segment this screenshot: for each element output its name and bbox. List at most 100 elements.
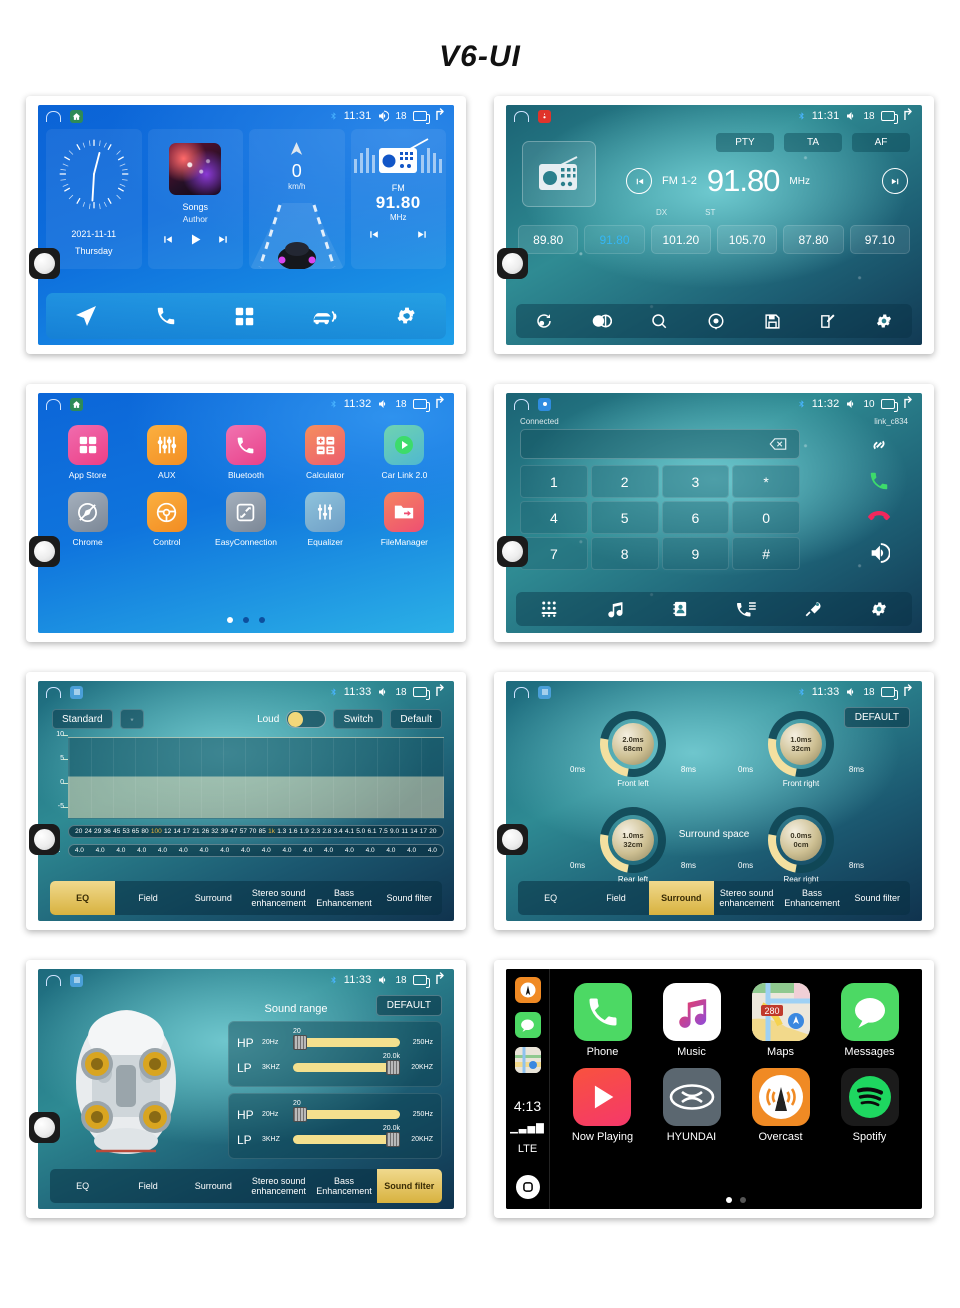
volume-knob[interactable] — [497, 536, 528, 567]
scan-icon[interactable] — [707, 312, 725, 330]
filter-row-lp[interactable]: LP 3KHZ 20.0k 20KHZ — [237, 1125, 433, 1152]
recents-icon[interactable] — [412, 687, 430, 700]
app-item-control[interactable]: Control — [128, 492, 206, 547]
tab-stereo-sound-enhancement[interactable]: Stereo sound enhancement — [246, 881, 311, 915]
dx-label[interactable]: DX — [656, 208, 667, 217]
gear-icon[interactable] — [875, 312, 893, 330]
af-button[interactable]: AF — [852, 133, 910, 152]
pty-button[interactable]: PTY — [716, 133, 774, 152]
back-icon[interactable]: ↰ — [433, 971, 446, 988]
back-icon[interactable]: ↰ — [901, 107, 914, 124]
call-history-icon[interactable] — [736, 600, 757, 618]
preset-button[interactable]: 101.20 — [650, 225, 711, 254]
slider-thumb[interactable] — [386, 1132, 400, 1147]
radio-widget[interactable]: FM 91.80 MHz — [350, 129, 446, 269]
loud-toggle[interactable] — [286, 710, 327, 728]
app-item-app-store[interactable]: App Store — [49, 425, 127, 480]
tab-field[interactable]: Field — [115, 1169, 180, 1203]
filter-slider[interactable]: 20 — [293, 1100, 400, 1122]
gear-icon[interactable] — [870, 600, 888, 618]
app-item-filemanager[interactable]: FileManager — [365, 492, 443, 547]
play-icon[interactable] — [187, 231, 204, 248]
carplay-app-phone[interactable]: Phone — [573, 983, 632, 1058]
home-app-icon[interactable] — [70, 397, 83, 411]
preset-button[interactable]: 97.10 — [849, 225, 910, 254]
preset-button[interactable]: 87.80 — [783, 225, 844, 254]
tab-surround[interactable]: Surround — [181, 1169, 246, 1203]
page-dot[interactable] — [259, 617, 265, 623]
tab-eq[interactable]: EQ — [50, 1169, 115, 1203]
messages-recent-icon[interactable] — [514, 1012, 541, 1038]
eq-frequency-bands[interactable]: 20 24 29 36 45 53 65 80 100 12 14 17 21 … — [68, 825, 444, 838]
back-icon[interactable]: ↰ — [901, 683, 914, 700]
volume-knob[interactable] — [29, 248, 60, 279]
tune-down-button[interactable] — [626, 168, 652, 194]
volume-knob[interactable] — [497, 824, 528, 855]
recents-icon[interactable] — [412, 399, 430, 412]
home-app-icon[interactable] — [70, 109, 83, 123]
bluetooth-app-icon[interactable] — [538, 397, 551, 411]
previous-station-icon[interactable] — [367, 228, 380, 241]
dial-key[interactable]: 7 — [520, 537, 588, 570]
surround-knob-rear-right[interactable]: 0.0ms 0cm 0ms 8ms Rear right — [736, 794, 866, 886]
eq-switch-button[interactable]: Switch — [333, 709, 384, 729]
tab-sound-filter[interactable]: Sound filter — [377, 881, 442, 915]
volume-knob[interactable] — [29, 1112, 60, 1143]
home-icon[interactable] — [514, 110, 529, 122]
filter-slider[interactable]: 20.0k — [293, 1125, 400, 1147]
apps-grid-icon[interactable] — [234, 306, 255, 327]
tab-stereo-sound-enhancement[interactable]: Stereo sound enhancement — [246, 1169, 311, 1203]
clock-widget[interactable]: 2021-11-11 Thursday — [46, 129, 142, 269]
back-icon[interactable]: ↰ — [901, 395, 914, 412]
slider-thumb[interactable] — [386, 1060, 400, 1075]
hangup-button[interactable] — [850, 501, 908, 532]
phone-icon[interactable] — [155, 305, 177, 327]
chevron-down-icon[interactable] — [119, 709, 144, 729]
tab-surround[interactable]: Surround — [181, 881, 246, 915]
dial-key[interactable]: 5 — [590, 501, 659, 534]
filter-row-lp[interactable]: LP 3KHZ 20.0k 20KHZ — [237, 1053, 433, 1080]
home-icon[interactable] — [514, 686, 529, 698]
carplay-app-now-playing[interactable]: Now Playing — [572, 1068, 633, 1143]
dial-key[interactable]: 8 — [590, 537, 659, 570]
gear-icon[interactable] — [396, 305, 418, 327]
music-note-icon[interactable] — [606, 600, 624, 618]
dial-key[interactable]: 4 — [520, 501, 588, 534]
number-input[interactable] — [520, 429, 800, 459]
previous-track-icon[interactable] — [161, 233, 174, 246]
filter-row-hp[interactable]: HP 20Hz 20 250Hz — [237, 1028, 433, 1055]
home-icon[interactable] — [514, 398, 529, 410]
band-switch-icon[interactable] — [535, 312, 553, 330]
slider-thumb[interactable] — [293, 1107, 307, 1122]
sound-filter-default-button[interactable]: DEFAULT — [375, 995, 442, 1016]
surround-knob-front-left[interactable]: 2.0ms 68cm 0ms 8ms Front left — [568, 698, 698, 790]
tab-eq[interactable]: EQ — [518, 881, 583, 915]
dial-key[interactable]: * — [732, 465, 800, 498]
music-widget[interactable]: Songs Author — [147, 129, 243, 269]
recents-icon[interactable] — [880, 399, 898, 412]
save-icon[interactable] — [764, 313, 781, 330]
plug-icon[interactable] — [804, 600, 822, 618]
app-item-calculator[interactable]: Calculator — [286, 425, 364, 480]
speaker-button[interactable] — [850, 537, 908, 568]
contacts-icon[interactable] — [672, 600, 689, 618]
page-dot[interactable] — [726, 1197, 732, 1203]
car-link-icon[interactable] — [312, 306, 339, 327]
volume-knob[interactable] — [497, 248, 528, 279]
pair-link-button[interactable] — [850, 429, 908, 460]
home-icon[interactable] — [46, 398, 61, 410]
next-station-icon[interactable] — [416, 228, 429, 241]
maps-recent-icon[interactable] — [514, 1047, 541, 1073]
preset-button[interactable]: 91.80 — [584, 225, 645, 254]
eq-preset-select[interactable]: Standard — [52, 709, 113, 729]
dial-key[interactable]: 2 — [590, 465, 659, 498]
tab-bass-enhancement[interactable]: Bass Enhancement — [311, 881, 376, 915]
eq-response-graph[interactable] — [68, 737, 444, 819]
tab-field[interactable]: Field — [583, 881, 648, 915]
eq-q-values[interactable]: 4.0 4.0 4.0 4.0 4.0 4.0 4.0 4.0 4.0 4.0 … — [68, 844, 444, 857]
tab-surround[interactable]: Surround — [648, 881, 714, 915]
dial-key[interactable]: # — [732, 537, 800, 570]
equalizer-app-icon[interactable] — [70, 973, 83, 987]
app-item-easyconnection[interactable]: EasyConnection — [207, 492, 285, 547]
app-item-aux[interactable]: AUX — [128, 425, 206, 480]
